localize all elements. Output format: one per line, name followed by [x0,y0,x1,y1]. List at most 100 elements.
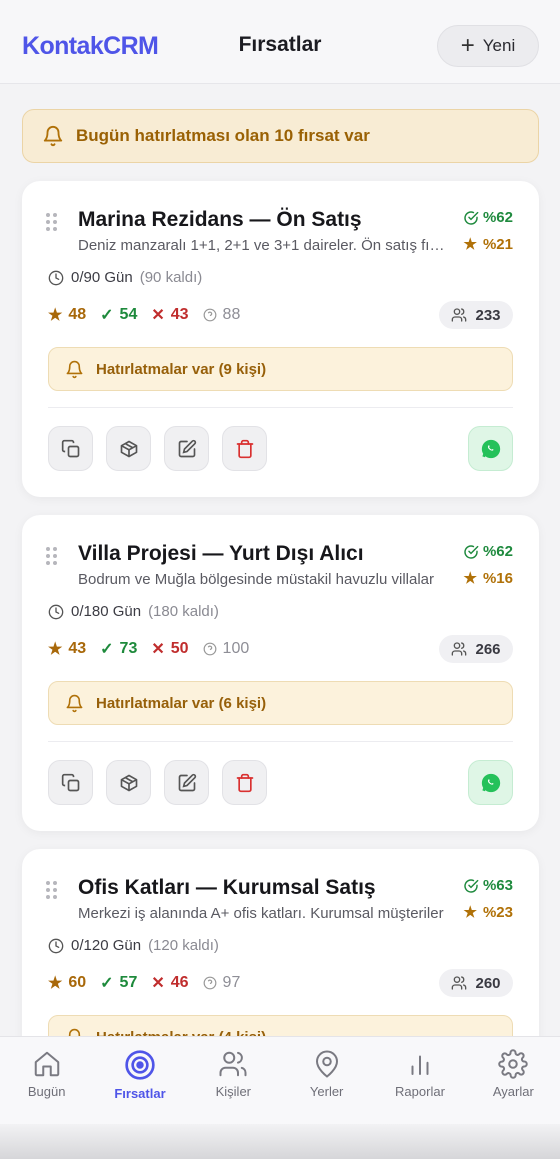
reminder-banner[interactable]: Bugün hatırlatması olan 10 fırsat var [22,109,539,163]
opportunity-card[interactable]: Marina Rezidans — Ön Satış Deniz manzara… [22,181,539,497]
banner-text: Bugün hatırlatması olan 10 fırsat var [76,126,370,145]
trash-icon [236,773,253,792]
stat-unknown: 100 [222,640,250,657]
plus-icon: + [460,32,475,59]
success-rate: %63 [463,877,513,894]
users-icon [219,1051,247,1077]
star-rate: ★ %16 [463,569,513,588]
stat-stars: 43 [68,640,87,657]
stats-row: ★ 48 ✓ 54 ✕ 43 88 [48,305,254,325]
days-value: 0/90 Gün [71,269,133,286]
drag-handle-icon[interactable] [46,547,58,565]
whatsapp-icon [481,439,500,458]
home-icon [34,1051,59,1077]
days-progress: 0/180 Gün (180 kaldı) [48,603,219,620]
x-icon: ✕ [151,307,165,324]
stat-unknown: 97 [222,974,241,991]
card-actions [48,760,267,805]
bottom-tab-bar: Bugün Fırsatlar Kişiler Yerler Raporlar … [0,1036,560,1124]
divider [48,407,513,408]
days-progress: 0/90 Gün (90 kaldı) [48,269,202,286]
card-reminder[interactable]: Hatırlatmalar var (9 kişi) [48,347,513,391]
whatsapp-button[interactable] [468,426,513,471]
days-value: 0/120 Gün [71,937,142,954]
drag-handle-icon[interactable] [46,213,58,231]
tab-raporlar[interactable]: Raporlar [373,1037,466,1124]
target-icon [125,1050,155,1080]
card-title: Marina Rezidans — Ön Satış [78,208,362,231]
check-icon: ✓ [100,975,114,992]
stats-row: ★ 43 ✓ 73 ✕ 50 100 [48,639,263,659]
drag-handle-icon[interactable] [46,881,58,899]
stat-ok: 73 [119,640,138,657]
success-rate: %62 [463,543,513,560]
tab-bugun[interactable]: Bugün [0,1037,93,1124]
delete-button[interactable] [222,426,267,471]
map-pin-icon [315,1050,338,1078]
home-indicator-area [0,1124,560,1159]
people-badge[interactable]: 266 [439,635,513,663]
users-icon [452,976,467,990]
tab-label: Fırsatlar [114,1086,166,1101]
days-left: (90 kaldı) [139,269,203,286]
copy-icon [61,439,79,457]
days-value: 0/180 Gün [71,603,142,620]
edit-button[interactable] [164,426,209,471]
card-reminder[interactable]: Hatırlatmalar var (6 kişi) [48,681,513,725]
check-icon: ✓ [100,641,114,658]
star-icon: ★ [463,570,477,587]
days-progress: 0/120 Gün (120 kaldı) [48,937,219,954]
people-count: 260 [475,974,501,992]
star-rate-value: %21 [482,235,513,253]
stat-stars: 60 [68,974,87,991]
users-icon [452,308,467,322]
opportunity-card[interactable]: Villa Projesi — Yurt Dışı Alıcı Bodrum v… [22,515,539,831]
check-circle-icon [464,210,479,225]
stat-ok: 54 [119,306,138,323]
success-rate: %62 [463,209,513,226]
bar-chart-icon [411,1055,429,1075]
tab-label: Ayarlar [492,1084,534,1099]
card-title: Ofis Katları — Kurumsal Satış [78,876,376,899]
tab-label: Bugün [27,1084,66,1099]
success-rate-value: %62 [482,543,513,560]
whatsapp-button[interactable] [468,760,513,805]
copy-icon [61,773,79,791]
archive-button[interactable] [106,426,151,471]
edit-button[interactable] [164,760,209,805]
star-icon: ★ [463,236,477,253]
people-badge[interactable]: 260 [439,969,513,997]
card-description: Merkezi iş alanında A+ ofis katları. Kur… [78,905,444,922]
users-icon [452,642,467,656]
card-title: Villa Projesi — Yurt Dışı Alıcı [78,542,364,565]
check-circle-icon [464,878,479,893]
star-icon: ★ [48,975,63,992]
tab-yerler[interactable]: Yerler [280,1037,373,1124]
question-circle-icon [203,976,216,990]
stat-fail: 50 [170,640,189,657]
stat-unknown: 88 [222,306,241,323]
star-icon: ★ [48,641,63,658]
check-circle-icon [464,544,479,559]
tab-firsatlar[interactable]: Fırsatlar [93,1037,186,1124]
success-rate-value: %63 [482,877,513,894]
copy-button[interactable] [48,426,93,471]
delete-button[interactable] [222,760,267,805]
new-opportunity-button[interactable]: + Yeni [437,25,539,67]
archive-button[interactable] [106,760,151,805]
card-description: Bodrum ve Muğla bölgesinde müstakil havu… [78,571,435,588]
people-badge[interactable]: 233 [439,301,513,329]
question-circle-icon [203,308,216,322]
tab-kisiler[interactable]: Kişiler [187,1037,280,1124]
days-left: (180 kaldı) [148,603,219,620]
copy-button[interactable] [48,760,93,805]
trash-icon [236,439,253,458]
edit-icon [178,439,196,457]
stat-stars: 48 [68,306,87,323]
star-rate-value: %16 [482,569,513,587]
days-left: (120 kaldı) [148,937,219,954]
tab-label: Kişiler [215,1084,252,1099]
bell-icon [43,126,63,147]
box-icon [120,774,137,791]
tab-ayarlar[interactable]: Ayarlar [467,1037,560,1124]
